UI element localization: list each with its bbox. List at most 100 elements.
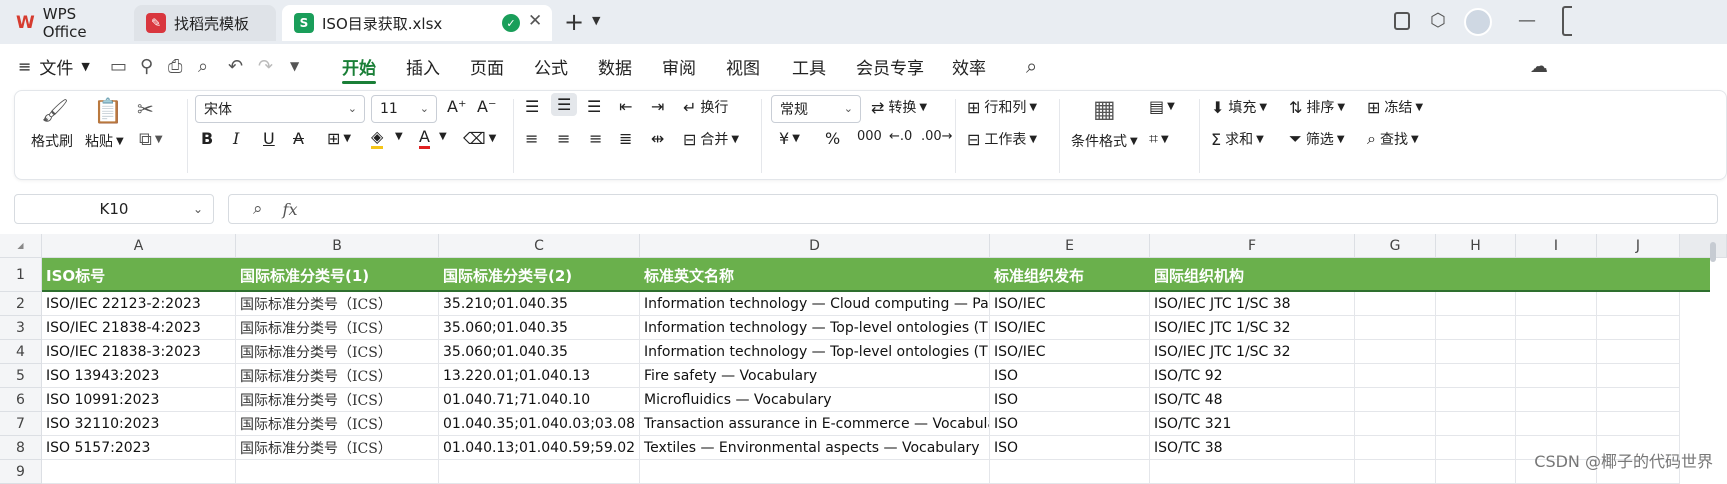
- filter-button[interactable]: ⏷ 筛选 ▼: [1289, 129, 1345, 149]
- row-header-9[interactable]: 9: [0, 460, 42, 484]
- table-cell[interactable]: [1597, 316, 1680, 340]
- header-cell[interactable]: 标准组织发布: [990, 258, 1150, 292]
- table-cell[interactable]: ISO/IEC JTC 1/SC 32: [1150, 316, 1355, 340]
- table-cell[interactable]: 国际标准分类号（ICS）: [236, 316, 439, 340]
- table-cell[interactable]: [1516, 364, 1597, 388]
- table-cell[interactable]: ISO/IEC: [990, 340, 1150, 364]
- column-header-d[interactable]: D: [640, 234, 990, 258]
- reading-mode-icon[interactable]: [1394, 12, 1410, 30]
- number-format-select[interactable]: 常规 ⌄: [771, 95, 861, 123]
- header-cell[interactable]: ISO标号: [42, 258, 236, 292]
- name-box[interactable]: K10 ⌄: [14, 194, 214, 224]
- spreadsheet-grid[interactable]: ◢ ABCDEFGHIJ 123456789 ISO标号 国际标准分类号(1) 国际…: [0, 234, 1727, 484]
- table-cell[interactable]: [640, 460, 990, 484]
- menu-tab-view[interactable]: 视图: [726, 44, 760, 88]
- save-icon[interactable]: ▭: [110, 44, 127, 88]
- minimize-icon[interactable]: —: [1518, 10, 1536, 31]
- search-icon[interactable]: ⌕: [1026, 44, 1037, 88]
- fill-button[interactable]: ⬇ 填充 ▼: [1211, 97, 1267, 117]
- column-header-e[interactable]: E: [990, 234, 1150, 258]
- table-cell[interactable]: 国际标准分类号（ICS）: [236, 388, 439, 412]
- row-header-4[interactable]: 4: [0, 340, 42, 364]
- decrease-decimal-icon[interactable]: .00→: [921, 129, 953, 144]
- merge-button[interactable]: ⊟ 合并 ▼: [683, 129, 739, 149]
- table-cell[interactable]: ISO 10991:2023: [42, 388, 236, 412]
- table-cell[interactable]: ISO: [990, 412, 1150, 436]
- table-cell[interactable]: [1150, 460, 1355, 484]
- bold-icon[interactable]: B: [201, 129, 213, 148]
- table-cell[interactable]: [1436, 340, 1516, 364]
- tab-docer[interactable]: ✎ 找稻壳模板: [134, 5, 276, 41]
- table-cell[interactable]: ISO/IEC 21838-4:2023: [42, 316, 236, 340]
- column-header-b[interactable]: B: [236, 234, 439, 258]
- row-header-6[interactable]: 6: [0, 388, 42, 412]
- table-cell[interactable]: [1355, 292, 1436, 316]
- table-cell[interactable]: ISO/TC 48: [1150, 388, 1355, 412]
- header-cell[interactable]: 国际标准分类号(1): [236, 258, 439, 292]
- freeze-button[interactable]: ⊞ 冻结 ▼: [1367, 97, 1423, 117]
- cube-icon[interactable]: ⬡: [1430, 10, 1446, 31]
- print-preview-icon[interactable]: ⌕: [198, 44, 208, 88]
- table-cell[interactable]: 13.220.01;01.040.13: [439, 364, 640, 388]
- increase-decimal-icon[interactable]: ←.0: [889, 129, 912, 144]
- table-cell[interactable]: [439, 460, 640, 484]
- conditional-format-button[interactable]: 条件格式 ▼: [1071, 131, 1138, 151]
- table-cell[interactable]: [1436, 316, 1516, 340]
- font-color-icon[interactable]: A: [419, 127, 430, 149]
- link-icon[interactable]: ⚲: [140, 44, 153, 88]
- increase-font-icon[interactable]: A⁺: [447, 97, 466, 116]
- table-cell[interactable]: ISO/TC 38: [1150, 436, 1355, 460]
- table-cell[interactable]: [1516, 340, 1597, 364]
- decrease-indent-icon[interactable]: ⇤: [619, 97, 632, 116]
- quick-access-chevron-icon[interactable]: ▼: [290, 44, 299, 88]
- table-cell[interactable]: 35.210;01.040.35: [439, 292, 640, 316]
- align-center-icon[interactable]: ≡: [557, 129, 570, 148]
- table-style-icon[interactable]: ⌗ ▼: [1149, 129, 1169, 149]
- row-header-8[interactable]: 8: [0, 436, 42, 460]
- cut-icon[interactable]: ✂: [137, 97, 154, 121]
- table-cell[interactable]: Microfluidics — Vocabulary: [640, 388, 990, 412]
- print-icon[interactable]: ⎙: [168, 44, 182, 88]
- table-cell[interactable]: Fire safety — Vocabulary: [640, 364, 990, 388]
- table-cell[interactable]: [1436, 460, 1516, 484]
- percent-icon[interactable]: %: [825, 129, 840, 148]
- column-header-f[interactable]: F: [1150, 234, 1355, 258]
- table-cell[interactable]: ISO 5157:2023: [42, 436, 236, 460]
- table-cell[interactable]: [990, 460, 1150, 484]
- table-cell[interactable]: [1355, 436, 1436, 460]
- table-cell[interactable]: ISO/IEC 21838-3:2023: [42, 340, 236, 364]
- row-header-1[interactable]: 1: [0, 258, 42, 292]
- close-tab-icon[interactable]: ✕: [528, 11, 542, 31]
- file-menu[interactable]: ≡ 文件 ▼: [18, 44, 90, 88]
- table-cell[interactable]: 国际标准分类号（ICS）: [236, 364, 439, 388]
- table-cell[interactable]: ISO: [990, 364, 1150, 388]
- chevron-down-icon[interactable]: ⌄: [193, 202, 203, 216]
- table-cell[interactable]: 国际标准分类号（ICS）: [236, 436, 439, 460]
- paste-button[interactable]: 粘贴 ▼: [85, 131, 124, 151]
- table-cell[interactable]: ISO 32110:2023: [42, 412, 236, 436]
- paste-icon[interactable]: 📋: [93, 97, 123, 125]
- menu-tab-data[interactable]: 数据: [598, 44, 632, 88]
- table-cell[interactable]: Information technology — Cloud computing…: [640, 292, 990, 316]
- column-header-c[interactable]: C: [439, 234, 640, 258]
- row-header-3[interactable]: 3: [0, 316, 42, 340]
- column-header-g[interactable]: G: [1355, 234, 1436, 258]
- table-cell[interactable]: Transaction assurance in E-commerce — Vo…: [640, 412, 990, 436]
- table-cell[interactable]: [236, 460, 439, 484]
- table-cell[interactable]: ISO/IEC 22123-2:2023: [42, 292, 236, 316]
- table-cell[interactable]: [1516, 292, 1597, 316]
- sum-button[interactable]: Σ 求和 ▼: [1211, 129, 1264, 149]
- menu-tab-member[interactable]: 会员专享: [856, 44, 924, 88]
- table-cell[interactable]: [1597, 388, 1680, 412]
- chevron-down-icon[interactable]: ▼: [395, 131, 403, 142]
- font-size-select[interactable]: 11 ⌄: [371, 95, 437, 123]
- align-right-icon[interactable]: ≡: [589, 129, 602, 148]
- table-cell[interactable]: [1516, 316, 1597, 340]
- vertical-scrollbar[interactable]: [1710, 242, 1716, 262]
- justify-icon[interactable]: ≣: [619, 129, 632, 148]
- table-cell[interactable]: 01.040.35;01.040.03;03.08: [439, 412, 640, 436]
- tab-wps-office[interactable]: W WPS Office: [4, 5, 128, 41]
- table-cell[interactable]: [1597, 412, 1680, 436]
- table-cell[interactable]: ISO/TC 321: [1150, 412, 1355, 436]
- header-cell[interactable]: 国际组织机构: [1150, 258, 1355, 292]
